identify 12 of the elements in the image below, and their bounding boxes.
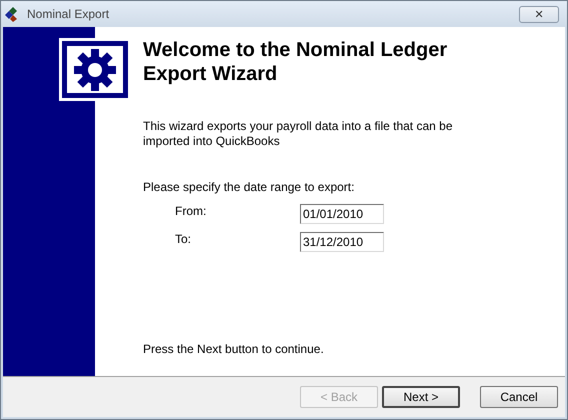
intro-text: This wizard exports your payroll data into a file that can be imported into QuickBooks: [143, 119, 454, 149]
cancel-button[interactable]: Cancel: [480, 386, 558, 408]
date-field[interactable]: 01/01/2010: [300, 204, 384, 224]
instruction-text: Press the Next button to continue.: [143, 342, 325, 356]
date-field[interactable]: 31/12/2010: [300, 232, 384, 252]
field-label: From:: [175, 204, 208, 218]
close-button[interactable]: ✕: [519, 6, 559, 22]
field-label: To:: [175, 232, 192, 246]
date-range-prompt: Please specify the date range to export:: [143, 180, 356, 194]
next-button[interactable]: Next >: [382, 386, 460, 408]
wizard-heading: Welcome to the Nominal Ledger Export Wizard: [143, 38, 448, 86]
window-title: Nominal Export: [27, 7, 110, 21]
